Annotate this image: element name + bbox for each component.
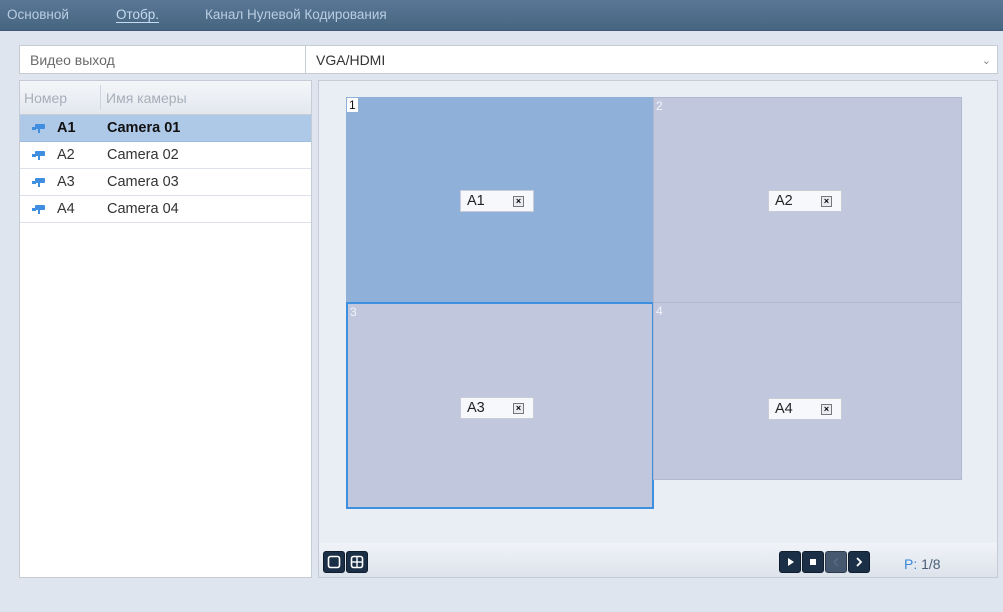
chevron-down-icon: ⌄ [981, 55, 991, 67]
camera-name: Camera 02 [107, 147, 179, 163]
camera-number: A3 [57, 174, 75, 190]
window-camera-label: A3 [467, 400, 485, 416]
camera-row[interactable]: A3 Camera 03 [20, 169, 311, 196]
video-output-value: VGA/HDMI [316, 52, 386, 68]
column-header-number[interactable]: Номер [24, 90, 67, 106]
window-camera-tag: A1 × [460, 190, 534, 212]
camera-list: Номер Имя камеры A1 Camera 01 A2 Camera … [19, 80, 312, 578]
camera-list-header: Номер Имя камеры [20, 81, 311, 115]
previous-page-icon [832, 557, 839, 567]
layout-preview-panel: 1 A1 × 2 A2 × 3 A3 × 4 A4 × P: 1/8 [318, 80, 998, 578]
video-output-label-box: Видео выход [19, 45, 309, 74]
close-box-icon[interactable]: × [513, 196, 524, 207]
window-number: 2 [656, 99, 663, 113]
stop-button[interactable] [802, 551, 824, 573]
camera-name: Camera 04 [107, 201, 179, 217]
window-3[interactable]: 3 A3 × [346, 302, 654, 509]
tab-zero-channel-encoding[interactable]: Канал Нулевой Кодирования [205, 7, 387, 22]
window-number: 3 [350, 305, 357, 319]
close-box-icon[interactable]: × [821, 196, 832, 207]
video-output-label: Видео выход [30, 52, 115, 68]
camera-icon [32, 151, 45, 160]
window-camera-label: A2 [775, 193, 793, 209]
window-2[interactable]: 2 A2 × [653, 97, 962, 303]
window-camera-label: A1 [467, 193, 485, 209]
camera-name: Camera 01 [107, 120, 181, 136]
app-window: Основной Отобр. Канал Нулевой Кодировани… [0, 0, 1003, 612]
window-camera-tag: A4 × [768, 398, 842, 420]
camera-icon [32, 178, 45, 187]
camera-row[interactable]: A2 Camera 02 [20, 142, 311, 169]
camera-number: A2 [57, 147, 75, 163]
tab-display[interactable]: Отобр. [116, 7, 159, 22]
page-value: 1/8 [921, 556, 941, 572]
next-page-icon [856, 557, 863, 567]
camera-icon [32, 205, 45, 214]
previous-page-button[interactable] [825, 551, 847, 573]
single-window-icon [327, 555, 341, 569]
tab-general[interactable]: Основной [7, 7, 69, 22]
page-prefix: P: [904, 556, 918, 572]
page-indicator: P: 1/8 [904, 556, 941, 572]
quad-window-icon [350, 555, 364, 569]
camera-row[interactable]: A4 Camera 04 [20, 196, 311, 223]
camera-name: Camera 03 [107, 174, 179, 190]
camera-icon [32, 124, 45, 133]
video-output-select[interactable]: VGA/HDMI ⌄ [305, 45, 998, 74]
close-box-icon[interactable]: × [513, 403, 524, 414]
window-number: 1 [347, 98, 358, 112]
window-camera-tag: A2 × [768, 190, 842, 212]
quad-window-button[interactable] [346, 551, 368, 573]
play-button[interactable] [779, 551, 801, 573]
tab-bar: Основной Отобр. Канал Нулевой Кодировани… [0, 0, 1003, 31]
single-window-button[interactable] [323, 551, 345, 573]
column-header-camera-name[interactable]: Имя камеры [106, 90, 187, 106]
window-1[interactable]: 1 A1 × [346, 97, 654, 303]
camera-number: A4 [57, 201, 75, 217]
window-camera-tag: A3 × [460, 397, 534, 419]
camera-number: A1 [57, 120, 76, 136]
camera-row[interactable]: A1 Camera 01 [20, 115, 311, 142]
window-4[interactable]: 4 A4 × [653, 302, 962, 480]
stop-icon [810, 559, 816, 565]
play-icon [788, 558, 794, 566]
window-camera-label: A4 [775, 401, 793, 417]
window-number: 4 [656, 304, 663, 318]
next-page-button[interactable] [848, 551, 870, 573]
close-box-icon[interactable]: × [821, 404, 832, 415]
column-divider[interactable] [100, 85, 101, 110]
layout-control-bar: P: 1/8 [319, 543, 997, 577]
layout-grid-area: 1 A1 × 2 A2 × 3 A3 × 4 A4 × [319, 81, 997, 543]
